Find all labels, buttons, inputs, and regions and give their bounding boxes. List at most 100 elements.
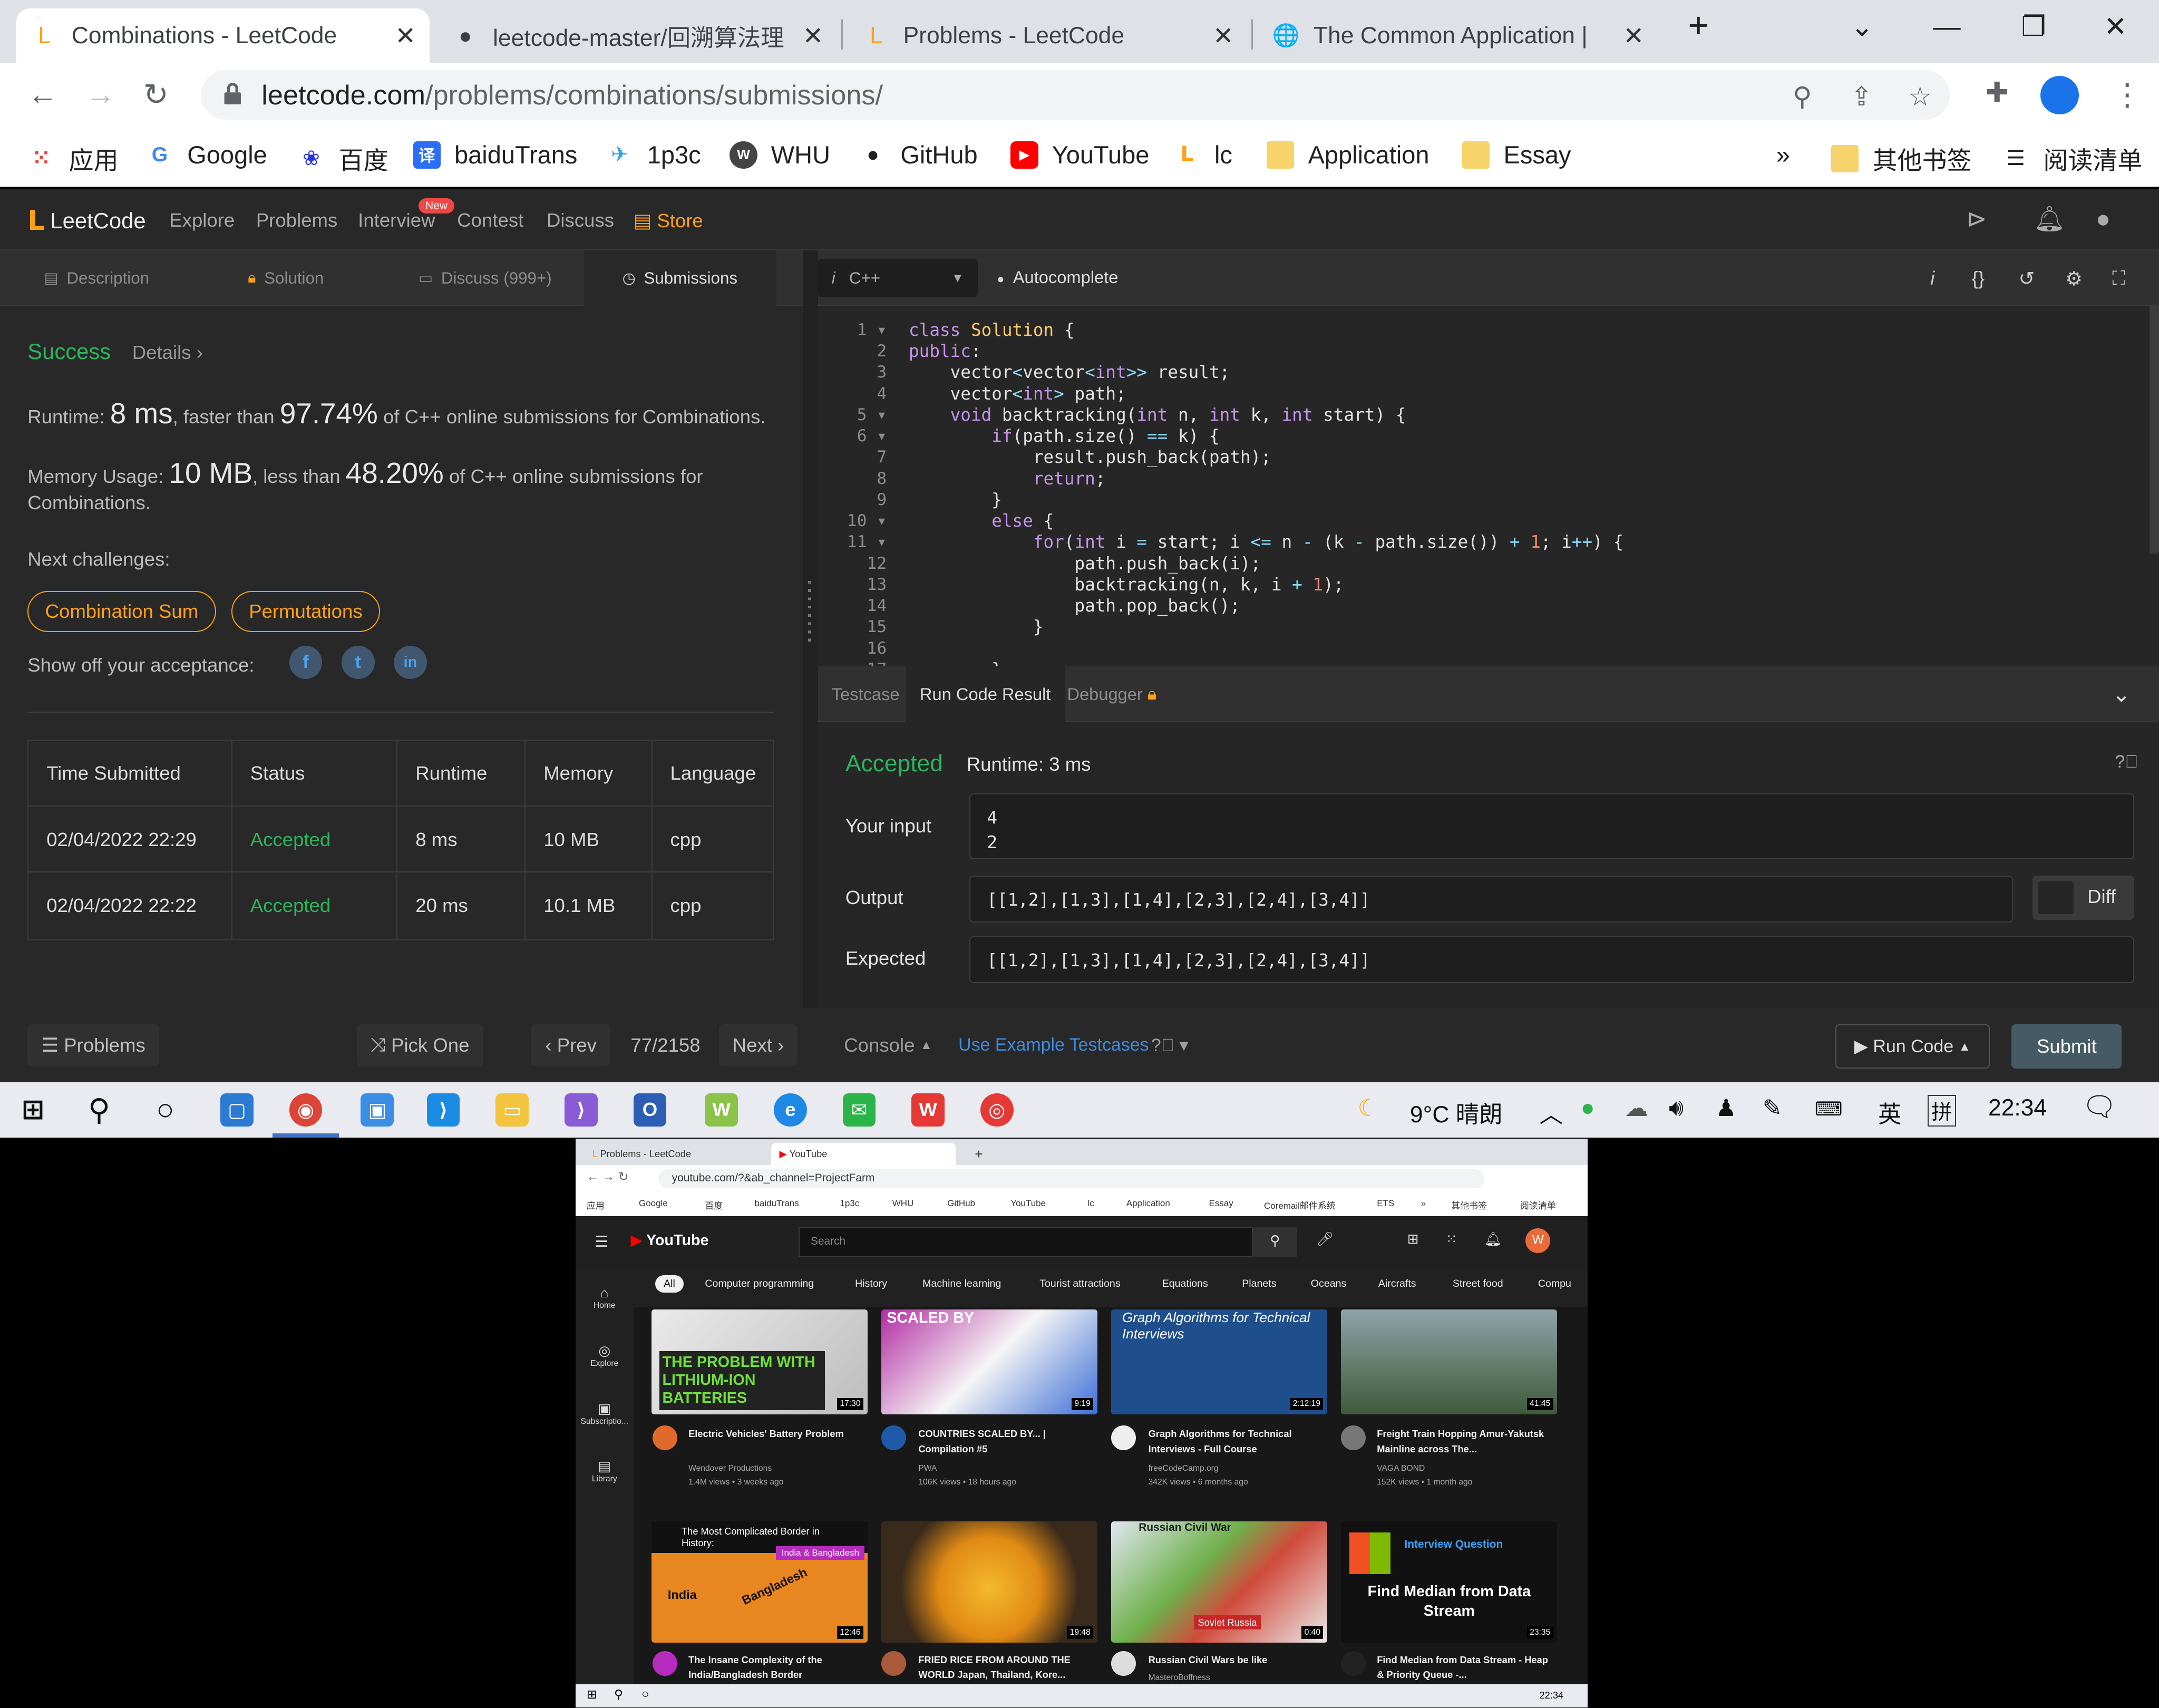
pen-icon[interactable]: ✎ [1763, 1095, 1782, 1122]
close-icon[interactable]: ✕ [395, 21, 416, 51]
video-thumbnail[interactable]: Graph Algorithms for Technical Interview… [1111, 1309, 1328, 1414]
channel-avatar[interactable] [653, 1651, 678, 1676]
visual-studio-icon[interactable]: ⟩ [565, 1093, 598, 1127]
channel-avatar[interactable] [1111, 1425, 1136, 1450]
chip[interactable]: Tourist attractions [1039, 1278, 1120, 1290]
video-title[interactable]: COUNTRIES SCALED BY... | Compilation #5 [918, 1426, 1091, 1457]
details-link[interactable]: Details › [132, 342, 203, 364]
video-channel[interactable]: MasteroBoffness [1149, 1673, 1210, 1683]
bm[interactable]: lc [1088, 1198, 1094, 1209]
use-example-testcases[interactable]: Use Example Testcases [945, 1024, 1163, 1065]
search-icon[interactable]: ⚲ [1253, 1227, 1297, 1257]
collapse-chevron-icon[interactable]: ⌄ [2112, 666, 2131, 721]
tab-submissions[interactable]: ◷ Submissions [583, 250, 777, 306]
side-library[interactable]: ▤ Library [576, 1458, 634, 1484]
video-channel[interactable]: freeCodeCamp.org [1149, 1464, 1219, 1473]
cortana-icon[interactable]: ○ [149, 1093, 182, 1127]
chrome-icon[interactable]: ◉ [289, 1093, 323, 1127]
video-title[interactable]: FRIED RICE FROM AROUND THE WORLD Japan, … [918, 1653, 1091, 1683]
video-thumbnail[interactable]: Interview Question Find Median from Data… [1341, 1521, 1558, 1643]
mic-icon[interactable]: 🎤︎ [1316, 1231, 1334, 1247]
star-icon[interactable]: ☆ [1909, 81, 1932, 112]
submit-button[interactable]: Submit [2011, 1024, 2122, 1069]
close-icon[interactable]: ✕ [1623, 21, 1644, 51]
video-title[interactable]: Freight Train Hopping Amur-Yakutsk Mainl… [1377, 1426, 1549, 1457]
autocomplete-toggle[interactable]: ● Autocomplete [997, 267, 1118, 287]
video-thumbnail[interactable]: THE PROBLEM WITH LITHIUM-ION BATTERIES 1… [651, 1309, 868, 1414]
weather-text[interactable]: 9°C 晴朗 [1410, 1095, 1503, 1129]
extensions-icon[interactable]: ✚ [1986, 77, 2009, 109]
next-button[interactable]: Next › [718, 1024, 798, 1066]
forward-icon[interactable]: → [85, 77, 115, 112]
chip[interactable]: History [855, 1278, 887, 1290]
bm[interactable]: Essay [1209, 1198, 1233, 1209]
bookmark-youtube[interactable]: ▶ YouTube [1010, 140, 1149, 169]
chip[interactable]: Equations [1162, 1278, 1208, 1290]
clock[interactable]: 22:34 [1988, 1095, 2047, 1121]
editor-scrollbar[interactable] [2149, 305, 2159, 554]
qq-icon[interactable]: ♟ [1716, 1095, 1737, 1122]
bm[interactable]: Application [1126, 1198, 1170, 1209]
bm[interactable]: Google [639, 1198, 668, 1209]
video-thumbnail[interactable]: 41:45 [1341, 1309, 1558, 1414]
create-icon[interactable]: ⊞ [1407, 1231, 1419, 1247]
bookmark-1p3c[interactable]: ✈ 1p3c [606, 140, 701, 169]
facebook-icon[interactable]: f [289, 646, 323, 679]
settings-icon[interactable]: ⚙ [2065, 267, 2083, 290]
channel-avatar[interactable] [1111, 1651, 1136, 1676]
video-title[interactable]: Find Median from Data Stream - Heap & Pr… [1377, 1653, 1549, 1683]
yt-url[interactable]: youtube.com/?&ab_channel=ProjectFarm [658, 1169, 1484, 1189]
avatar[interactable]: W [1525, 1228, 1551, 1254]
explorer-app-icon[interactable]: ▢ [220, 1093, 254, 1127]
reset-icon[interactable]: ↺ [2018, 267, 2035, 290]
language-select[interactable]: i C++ ▼ [818, 259, 978, 298]
chevron-down-icon[interactable]: ⌄ [1851, 11, 1874, 43]
bm[interactable]: YouTube [1010, 1198, 1046, 1209]
chip[interactable]: Planets [1242, 1278, 1276, 1290]
leetcode-logo[interactable]: ᒪ LeetCode [27, 205, 145, 237]
side-subscriptions[interactable]: ▣ Subscriptio... [576, 1401, 634, 1426]
windows-start-icon[interactable]: ⊞ [16, 1093, 50, 1127]
problems-button[interactable]: ☰ Problems [27, 1024, 159, 1066]
yt-tab-problems[interactable]: ᒪ Problems - LeetCode [584, 1143, 769, 1165]
channel-avatar[interactable] [881, 1425, 906, 1450]
channel-avatar[interactable] [1341, 1425, 1366, 1450]
chip[interactable]: Street food [1453, 1278, 1503, 1290]
bm[interactable]: 百度 [705, 1198, 723, 1211]
yt-search-input[interactable]: Search [799, 1227, 1253, 1257]
help-dropdown-icon[interactable]: ?⃝ ▾ [1137, 1024, 1202, 1065]
omnibox[interactable]: leetcode.com/problems/combinations/submi… [201, 70, 1950, 120]
chip[interactable]: Aircrafts [1378, 1278, 1416, 1290]
folder-icon[interactable]: ▭ [495, 1093, 529, 1127]
bookmark-whu[interactable]: W WHU [730, 140, 830, 169]
bookmark-lc[interactable]: ᒪ lc [1173, 140, 1232, 169]
menu-icon[interactable]: ⋮ [2112, 77, 2142, 112]
bookmark-baidutrans[interactable]: 译 baiduTrans [413, 140, 577, 169]
video-title[interactable]: The Insane Complexity of the India/Bangl… [688, 1653, 861, 1683]
challenge-permutations[interactable]: Permutations [231, 590, 380, 632]
twitter-icon[interactable]: t [341, 646, 375, 679]
zoom-icon[interactable]: ⚲ [1793, 81, 1812, 112]
bookmark-other[interactable]: 其他书签 [1831, 140, 1972, 177]
windows-start-icon[interactable]: ⊞ [587, 1687, 597, 1702]
console-button[interactable]: Console ▲ [830, 1024, 946, 1065]
tray-chevron-icon[interactable]: ︿ [1539, 1095, 1562, 1129]
reload-icon[interactable]: ↻ [143, 77, 169, 112]
table-row[interactable]: 02/04/2022 22:29 Accepted 8 ms 10 MB cpp [28, 807, 772, 873]
apps-icon[interactable]: ⁙ [1446, 1231, 1457, 1247]
bm[interactable]: ETS [1377, 1198, 1394, 1209]
nav-problems[interactable]: Problems [256, 209, 337, 231]
remote-desktop-icon[interactable]: ▣ [361, 1093, 394, 1127]
tab-discuss[interactable]: ▭ Discuss (999+) [419, 250, 552, 305]
keyboard-icon[interactable]: ⌨ [1815, 1098, 1843, 1120]
close-icon[interactable]: ✕ [1213, 21, 1233, 51]
nav-store[interactable]: ▤ Store [634, 209, 703, 232]
channel-avatar[interactable] [1341, 1651, 1366, 1676]
minimize-icon[interactable]: — [1933, 11, 1961, 43]
bm[interactable]: 阅读清单 [1520, 1198, 1556, 1211]
linkedin-icon[interactable]: in [394, 646, 427, 679]
nav-contest[interactable]: Contest [457, 209, 523, 231]
tab-description[interactable]: ▤ Description [44, 250, 150, 305]
close-icon[interactable]: ✕ [803, 21, 823, 51]
chip[interactable]: Oceans [1311, 1278, 1346, 1290]
